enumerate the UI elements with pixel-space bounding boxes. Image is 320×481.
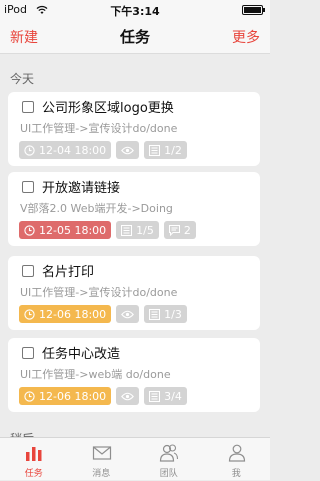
tab-team[interactable]: 团队 [135, 438, 203, 481]
task-card[interactable]: 任务中心改造 UI工作管理->web端 do/done 12-06 18:00 … [8, 338, 260, 412]
due-date-text: 12-05 18:00 [39, 223, 107, 237]
due-date-text: 12-06 18:00 [39, 389, 107, 403]
checklist-icon [149, 308, 161, 320]
subtask-count: 3/4 [164, 389, 182, 403]
comment-badge: 2 [163, 221, 196, 239]
due-date-badge: 12-06 18:00 [19, 387, 112, 405]
tab-label: 消息 [92, 469, 111, 479]
tab-label: 我 [231, 469, 241, 479]
task-title: 任务中心改造 [42, 347, 121, 362]
task-card[interactable]: 开放邀请链接 V部落2.0 Web端开发->Doing 12-05 18:00 … [8, 172, 260, 246]
tab-me[interactable]: 我 [203, 438, 271, 481]
status-time: 下午3:14 [110, 5, 160, 18]
task-card[interactable]: 公司形象区域logo更换 UI工作管理->宣传设计do/done 12-04 1… [8, 92, 260, 166]
eye-icon [121, 392, 135, 400]
section-header-today: 今天 [10, 72, 35, 86]
tab-label: 团队 [159, 469, 178, 479]
task-meta: 12-04 18:00 1/2 [19, 141, 187, 159]
due-date-badge: 12-04 18:00 [19, 141, 112, 159]
tab-messages[interactable]: 消息 [68, 438, 136, 481]
due-date-badge: 12-05 18:00 [19, 221, 112, 239]
subtask-badge: 1/2 [144, 141, 187, 159]
task-checkbox[interactable] [22, 101, 34, 113]
watch-badge [116, 141, 140, 159]
eye-icon [121, 310, 135, 318]
subtask-count: 1/3 [164, 307, 182, 321]
page-title: 任务 [119, 28, 150, 46]
task-meta: 12-06 18:00 3/4 [19, 387, 187, 405]
due-date-text: 12-06 18:00 [39, 307, 107, 321]
battery-icon [242, 5, 265, 15]
task-checkbox[interactable] [22, 181, 34, 193]
more-button[interactable]: 更多 [232, 27, 260, 47]
task-meta: 12-06 18:00 1/3 [19, 305, 187, 323]
profile-icon [228, 444, 245, 462]
due-date-text: 12-04 18:00 [39, 143, 107, 157]
clock-icon [24, 308, 35, 320]
tab-bar: 任务 消息 团队 我 [0, 437, 270, 480]
tab-tasks[interactable]: 任务 [0, 438, 68, 481]
task-project-path: V部落2.0 Web端开发->Doing [20, 202, 173, 215]
watch-badge [116, 387, 140, 405]
task-project-path: UI工作管理->宣传设计do/done [20, 122, 178, 135]
comment-icon [168, 224, 180, 236]
task-card[interactable]: 名片打印 UI工作管理->宣传设计do/done 12-06 18:00 1/3 [8, 256, 260, 330]
checklist-icon [121, 224, 133, 236]
nav-bar: 新建 任务 更多 [0, 20, 270, 54]
status-bar: iPod 下午3:14 [0, 0, 270, 20]
task-checkbox[interactable] [22, 347, 34, 359]
task-title: 名片打印 [42, 265, 95, 280]
subtask-badge: 1/5 [116, 221, 159, 239]
comment-count: 2 [183, 223, 191, 237]
task-project-path: UI工作管理->web端 do/done [20, 368, 171, 381]
subtask-badge: 1/3 [144, 305, 187, 323]
subtask-count: 1/5 [136, 223, 154, 237]
clock-icon [24, 390, 35, 402]
tasks-icon [26, 447, 42, 461]
task-title: 公司形象区域logo更换 [42, 101, 174, 116]
checklist-icon [149, 390, 161, 402]
team-icon [159, 444, 179, 462]
mail-icon [92, 446, 111, 460]
task-meta: 12-05 18:00 1/5 2 [19, 221, 196, 239]
subtask-count: 1/2 [164, 143, 182, 157]
checklist-icon [149, 144, 161, 156]
eye-icon [121, 146, 135, 154]
clock-icon [24, 224, 35, 236]
task-project-path: UI工作管理->宣传设计do/done [20, 286, 178, 299]
watch-badge [116, 305, 140, 323]
task-checkbox[interactable] [22, 265, 34, 277]
subtask-badge: 3/4 [144, 387, 187, 405]
task-title: 开放邀请链接 [42, 181, 121, 196]
tab-label: 任务 [24, 469, 43, 479]
due-date-badge: 12-06 18:00 [19, 305, 112, 323]
clock-icon [24, 144, 35, 156]
